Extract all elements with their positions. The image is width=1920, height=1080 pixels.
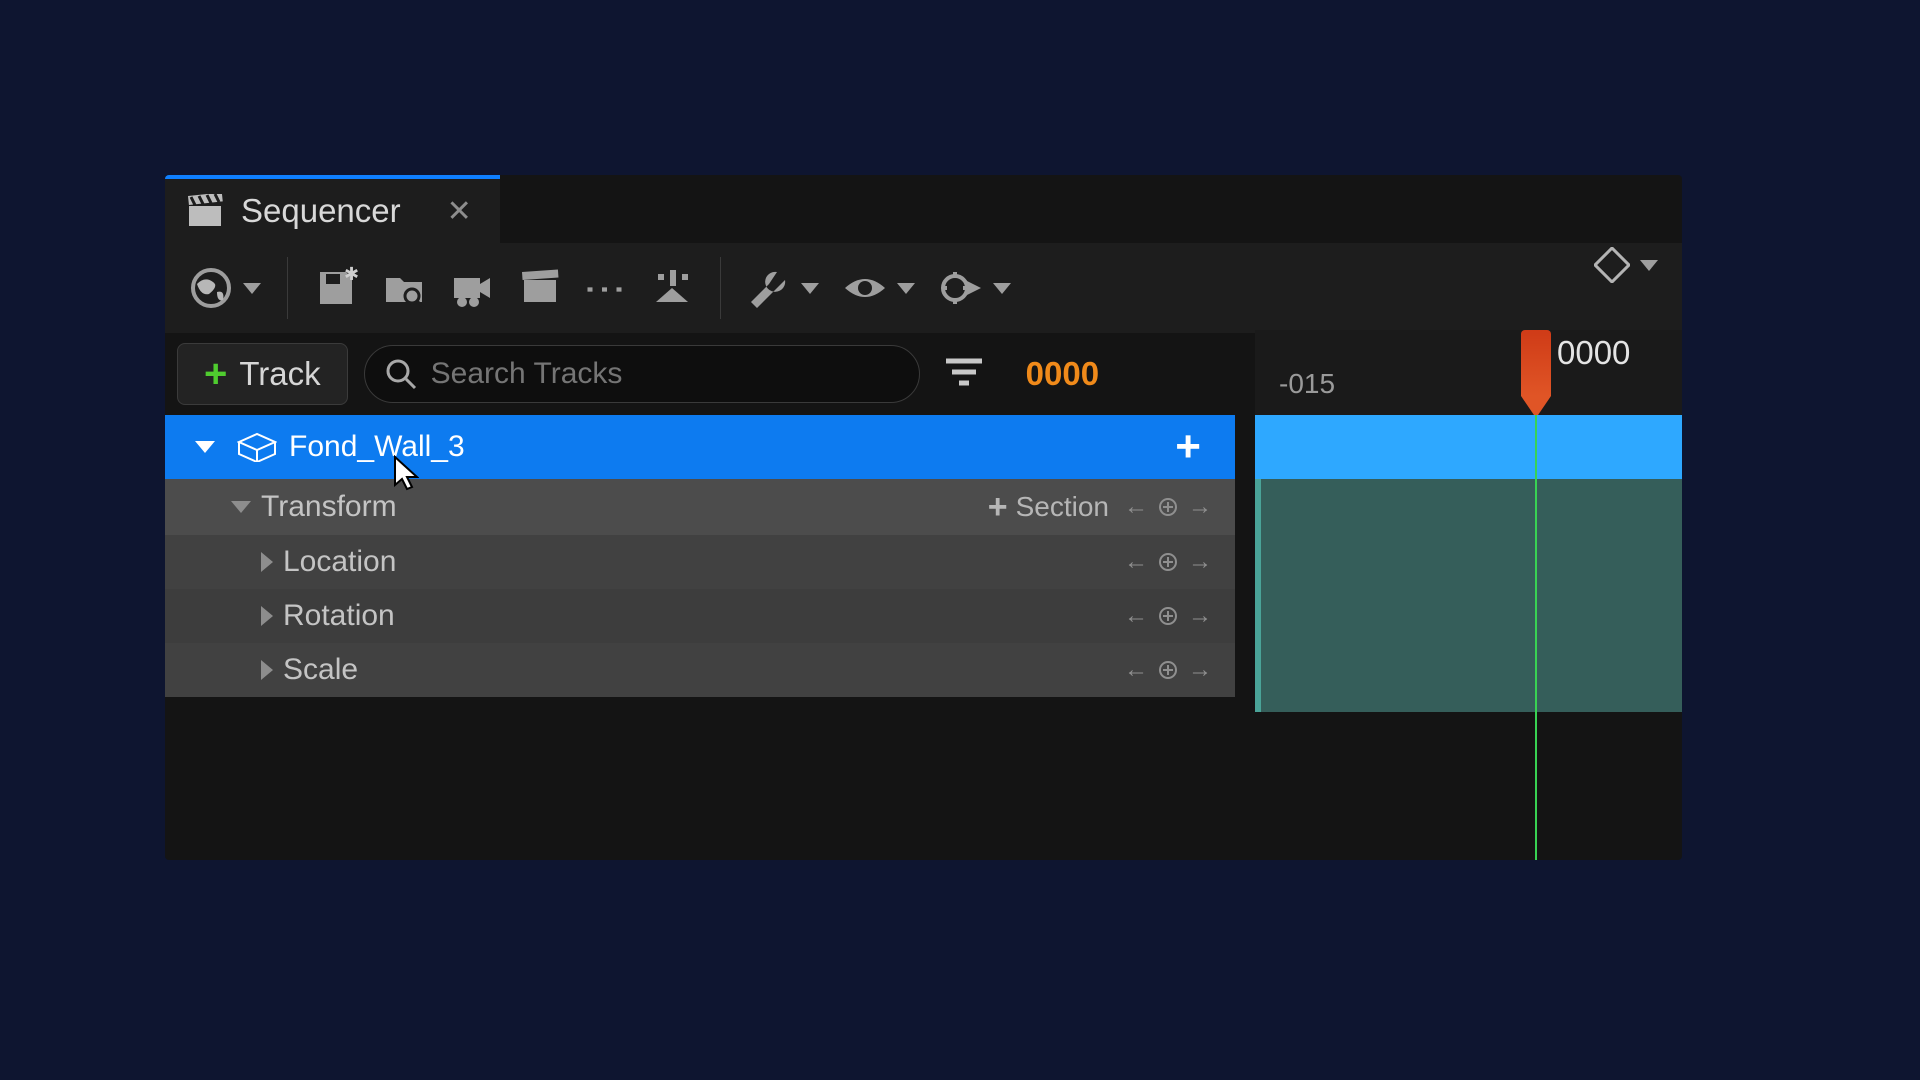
filter-button[interactable] (936, 355, 992, 394)
playhead[interactable] (1521, 330, 1551, 415)
add-key-button[interactable] (1155, 549, 1181, 575)
chevron-down-icon[interactable] (195, 441, 215, 453)
chevron-right-icon[interactable] (261, 552, 273, 572)
add-key-button[interactable] (1155, 494, 1181, 520)
more-button[interactable]: ⋮ (574, 253, 638, 323)
sequencer-panel: Sequencer ✕ ✱ ⋮ (165, 175, 1682, 860)
save-button[interactable]: ✱ (302, 253, 370, 323)
section-label: Section (1016, 491, 1109, 523)
prev-key-button[interactable]: ← (1123, 657, 1149, 683)
add-key-button[interactable] (1155, 657, 1181, 683)
actor-icon (237, 432, 277, 462)
chevron-right-icon[interactable] (261, 660, 273, 680)
tab-sequencer[interactable]: Sequencer ✕ (165, 175, 500, 243)
close-icon[interactable]: ✕ (447, 194, 472, 229)
timeline-actor-bar[interactable] (1255, 415, 1682, 479)
track-outliner: Fond_Wall_3 + Transform + Section ← → Lo… (165, 415, 1235, 697)
folder-search-button[interactable] (370, 253, 438, 323)
divider (287, 257, 288, 319)
prev-key-button[interactable]: ← (1123, 549, 1149, 575)
search-field[interactable] (364, 345, 920, 403)
chevron-down-icon (801, 283, 819, 294)
playback-settings-button[interactable] (927, 253, 1023, 323)
key-nav: ← → (1123, 549, 1213, 575)
key-nav: ← → (1123, 603, 1213, 629)
add-key-button[interactable] (1155, 603, 1181, 629)
add-track-to-actor-button[interactable]: + (1175, 422, 1213, 472)
key-nav: ← → (1123, 657, 1213, 683)
tab-title: Sequencer (241, 192, 401, 230)
next-key-button[interactable]: → (1187, 657, 1213, 683)
actions-button[interactable] (638, 253, 706, 323)
actor-row[interactable]: Fond_Wall_3 + (165, 415, 1235, 479)
scale-row[interactable]: Scale ← → (165, 643, 1235, 697)
transform-row[interactable]: Transform + Section ← → (165, 479, 1235, 535)
playhead-frame: 0000 (1557, 334, 1630, 372)
view-button[interactable] (831, 253, 927, 323)
key-nav: ← → (1123, 494, 1213, 520)
plus-icon: + (988, 488, 1008, 527)
add-section-button[interactable]: + Section (988, 488, 1109, 527)
camera-button[interactable] (438, 253, 506, 323)
add-track-button[interactable]: + Track (177, 343, 348, 405)
chevron-down-icon (897, 283, 915, 294)
autokey-button[interactable] (1594, 247, 1658, 283)
ruler-tick: -015 (1279, 368, 1335, 400)
filter-icon (944, 355, 984, 389)
add-track-label: Track (239, 355, 320, 393)
prev-key-button[interactable]: ← (1123, 494, 1149, 520)
render-button[interactable] (506, 253, 574, 323)
rotation-row[interactable]: Rotation ← → (165, 589, 1235, 643)
toolbar: ✱ ⋮ (165, 243, 1682, 333)
chevron-right-icon[interactable] (261, 606, 273, 626)
location-row[interactable]: Location ← → (165, 535, 1235, 589)
scale-label: Scale (283, 653, 358, 687)
ellipsis-icon: ⋮ (582, 268, 631, 308)
time-ruler[interactable]: -015 0000 (1255, 330, 1682, 415)
chevron-down-icon (1640, 260, 1658, 271)
plus-icon: + (204, 354, 227, 394)
chevron-down-icon[interactable] (231, 501, 251, 513)
prev-key-button[interactable]: ← (1123, 603, 1149, 629)
frame-value[interactable]: 0000 (1008, 355, 1099, 393)
next-key-button[interactable]: → (1187, 549, 1213, 575)
timeline[interactable]: -015 0000 (1255, 330, 1682, 860)
actor-name: Fond_Wall_3 (289, 430, 465, 464)
search-input[interactable] (431, 357, 899, 391)
transform-label: Transform (261, 490, 397, 524)
world-button[interactable] (177, 253, 273, 323)
chevron-down-icon (993, 283, 1011, 294)
playhead-line (1535, 415, 1537, 860)
clapperboard-icon (187, 194, 223, 228)
chevron-down-icon (243, 283, 261, 294)
search-icon (385, 358, 417, 390)
timeline-section-bar[interactable] (1255, 479, 1682, 712)
rotation-label: Rotation (283, 599, 395, 633)
wrench-button[interactable] (735, 253, 831, 323)
location-label: Location (283, 545, 396, 579)
next-key-button[interactable]: → (1187, 494, 1213, 520)
svg-text:✱: ✱ (344, 266, 358, 284)
divider (720, 257, 721, 319)
tab-bar: Sequencer ✕ (165, 175, 1682, 243)
next-key-button[interactable]: → (1187, 603, 1213, 629)
